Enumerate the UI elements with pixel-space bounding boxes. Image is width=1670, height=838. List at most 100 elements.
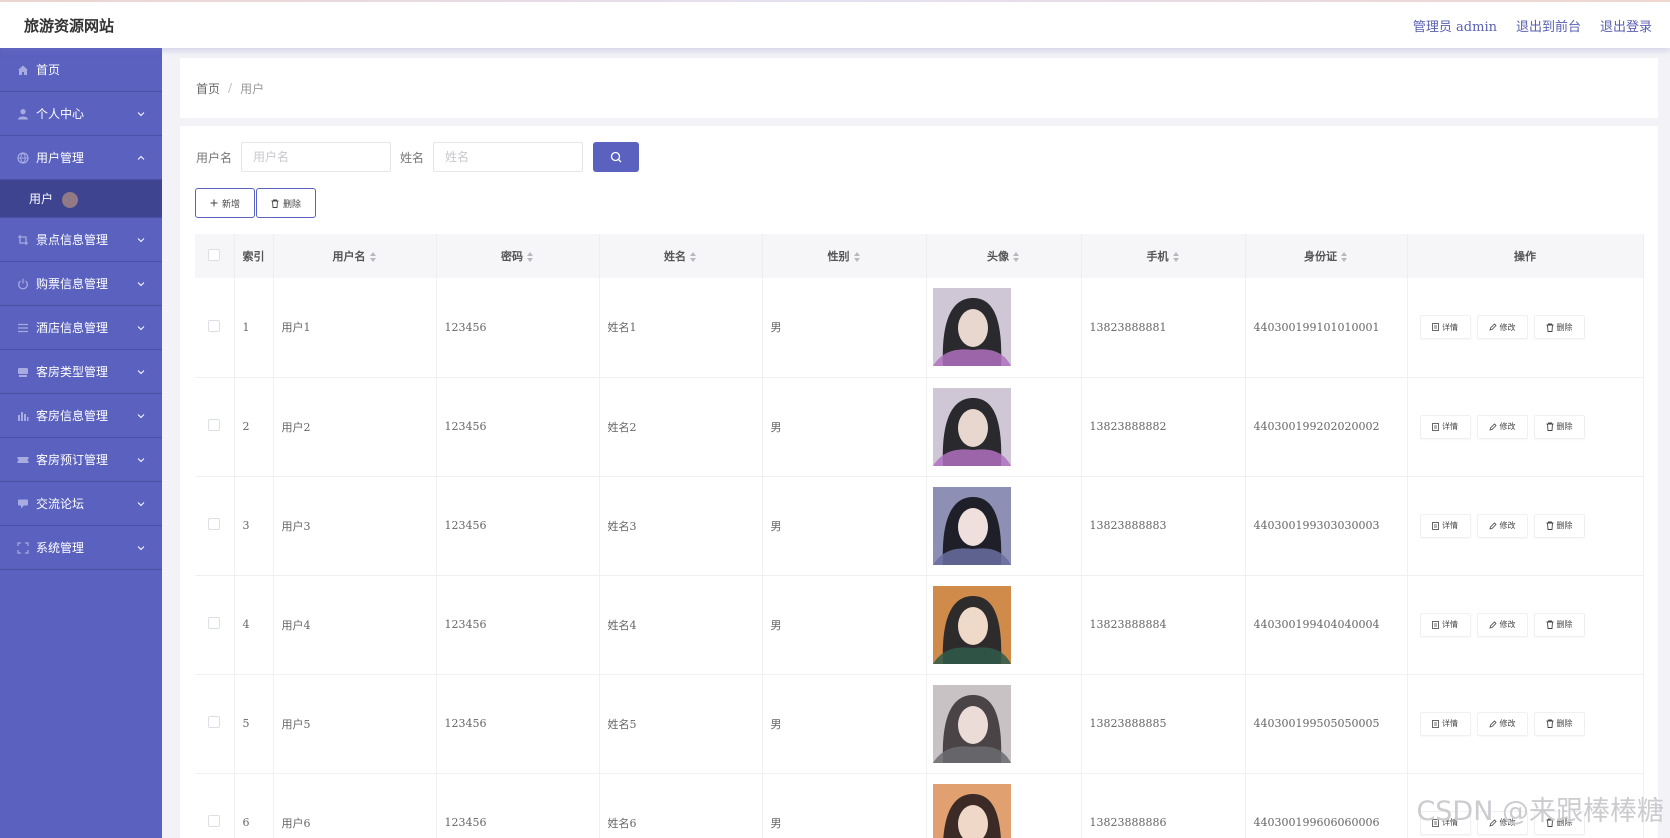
sidebar-item-bookings[interactable]: 客房预订管理: [0, 438, 162, 482]
row-delete-button[interactable]: 删除: [1533, 711, 1585, 736]
sidebar-item-personal-center[interactable]: 个人中心: [0, 92, 162, 136]
phone-cell: 13823888881: [1081, 278, 1246, 378]
row-select-cell[interactable]: [195, 773, 235, 838]
row-select-cell[interactable]: [195, 575, 235, 675]
index-cell: 6: [234, 773, 274, 838]
index-cell: 3: [234, 476, 274, 576]
search-button[interactable]: [593, 142, 640, 172]
row-checkbox[interactable]: [208, 716, 221, 728]
sort-icon[interactable]: [1341, 252, 1348, 262]
phone-cell: 13823888884: [1081, 575, 1246, 675]
delete-button[interactable]: 删除: [256, 188, 316, 218]
avatar-image: [932, 288, 1011, 367]
column-header-username[interactable]: 用户名: [273, 234, 437, 278]
row-delete-button[interactable]: 删除: [1533, 513, 1585, 538]
detail-button[interactable]: 详情: [1419, 513, 1471, 538]
sidebar-item-scenic-spots[interactable]: 景点信息管理: [0, 218, 162, 262]
table-row: 2 用户2 123456 姓名2 男 13823888882 440300199…: [195, 377, 1644, 477]
sidebar-item-user-management[interactable]: 用户管理: [0, 136, 162, 180]
sidebar-item-forum[interactable]: 交流论坛: [0, 482, 162, 526]
edit-button[interactable]: 修改: [1476, 513, 1528, 538]
search-bar: 用户名 姓名: [196, 142, 640, 172]
column-header-phone[interactable]: 手机: [1081, 234, 1246, 278]
sidebar-item-room-types[interactable]: 客房类型管理: [0, 350, 162, 394]
document-icon: [1432, 620, 1439, 629]
chevron-down-icon: [137, 502, 145, 507]
row-select-cell[interactable]: [195, 674, 235, 774]
edit-button-label: 修改: [1499, 322, 1516, 332]
row-delete-button[interactable]: 删除: [1533, 612, 1585, 637]
sidebar-item-system[interactable]: 系统管理: [0, 526, 162, 570]
sidebar-item-hotels[interactable]: 酒店信息管理: [0, 306, 162, 350]
edit-button[interactable]: 修改: [1476, 414, 1528, 439]
sidebar-item-label: 系统管理: [36, 541, 85, 555]
column-header-idcard[interactable]: 身份证: [1245, 234, 1408, 278]
sort-icon[interactable]: [527, 252, 534, 262]
name-cell: 姓名3: [599, 476, 763, 576]
column-header-name[interactable]: 姓名: [599, 234, 763, 278]
sidebar-item-tickets[interactable]: 购票信息管理: [0, 262, 162, 306]
edit-icon: [1488, 719, 1497, 728]
row-checkbox[interactable]: [208, 518, 221, 530]
edit-button[interactable]: 修改: [1476, 315, 1528, 340]
edit-button-label: 修改: [1499, 521, 1516, 530]
sidebar: 首页 个人中心 用户管理 用户 景点信息管理 购票信息管理 酒店信息管理 客房类…: [0, 48, 162, 838]
name-search-input[interactable]: [433, 142, 584, 172]
document-icon: [1432, 719, 1439, 728]
column-header-gender[interactable]: 性别: [762, 234, 927, 278]
sidebar-subitem-users[interactable]: 用户: [0, 180, 162, 218]
sidebar-item-rooms[interactable]: 客房信息管理: [0, 394, 162, 438]
power-icon: [16, 277, 29, 290]
phone-cell: 13823888883: [1081, 476, 1246, 576]
sidebar-item-home[interactable]: 首页: [0, 48, 162, 92]
index-cell: 5: [234, 674, 274, 774]
sidebar-item-label: 用户管理: [36, 151, 85, 165]
edit-button[interactable]: 修改: [1476, 612, 1528, 637]
main-content: 用户名 姓名 新增 删除 索引 用户名 密码: [180, 126, 1658, 838]
row-delete-button[interactable]: 删除: [1533, 315, 1585, 340]
sort-icon[interactable]: [1013, 252, 1020, 262]
row-delete-button[interactable]: 删除: [1533, 414, 1585, 439]
document-icon: [1432, 323, 1439, 332]
sort-icon[interactable]: [690, 252, 697, 262]
detail-button[interactable]: 详情: [1419, 711, 1471, 736]
logout-link[interactable]: 退出登录: [1600, 16, 1652, 35]
ops-cell: 详情 修改 删除: [1407, 278, 1644, 378]
column-header-avatar[interactable]: 头像: [926, 234, 1082, 278]
ticket-icon: [16, 453, 29, 466]
avatar-cell: [926, 575, 1082, 675]
select-all-checkbox[interactable]: [208, 248, 221, 261]
row-checkbox[interactable]: [208, 617, 221, 629]
column-header-password[interactable]: 密码: [436, 234, 600, 278]
breadcrumb-home[interactable]: 首页: [196, 80, 220, 97]
chevron-down-icon: [137, 112, 145, 117]
column-header-label: 头像: [987, 250, 1009, 263]
row-checkbox[interactable]: [208, 815, 221, 827]
row-select-cell[interactable]: [195, 278, 235, 378]
detail-button-label: 详情: [1442, 521, 1458, 530]
chat-icon: [16, 497, 29, 510]
add-button[interactable]: 新增: [195, 188, 255, 218]
row-select-cell[interactable]: [195, 476, 235, 576]
exit-to-front-link[interactable]: 退出到前台: [1516, 16, 1581, 35]
detail-button[interactable]: 详情: [1419, 612, 1471, 637]
column-header-label: 性别: [827, 250, 850, 263]
trash-icon: [1546, 719, 1553, 728]
sort-icon[interactable]: [853, 252, 861, 262]
column-header-label: 用户名: [332, 250, 366, 263]
table-row: 5 用户5 123456 姓名5 男 13823888885 440300199…: [195, 674, 1644, 774]
sort-icon[interactable]: [369, 252, 377, 262]
username-search-input[interactable]: [241, 142, 392, 172]
edit-icon: [1488, 620, 1497, 629]
edit-button[interactable]: 修改: [1476, 711, 1528, 736]
detail-button[interactable]: 详情: [1419, 315, 1471, 340]
row-checkbox[interactable]: [208, 419, 221, 431]
sort-icon[interactable]: [1172, 252, 1180, 262]
idcard-cell: 440300199606060006: [1245, 773, 1408, 838]
trash-icon: [1546, 521, 1553, 530]
detail-button[interactable]: 详情: [1419, 414, 1471, 439]
select-all-header[interactable]: [195, 234, 235, 278]
row-checkbox[interactable]: [208, 319, 221, 332]
site-title: 旅游资源网站: [24, 16, 115, 35]
row-select-cell[interactable]: [195, 377, 235, 477]
